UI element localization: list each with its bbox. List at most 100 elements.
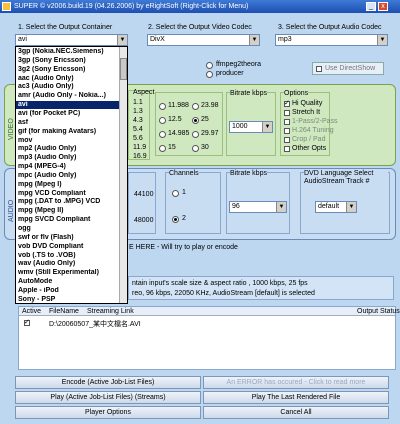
play-button[interactable]: Play (Active Job-List Files) (Streams) xyxy=(15,391,201,404)
dropdown-item[interactable]: mpc (Audio Only) xyxy=(16,172,127,180)
stop-button[interactable]: An ERROR has occured - Click to read mor… xyxy=(203,376,389,389)
column-header[interactable]: Output Status xyxy=(357,308,400,315)
fps-radio-selected[interactable] xyxy=(192,117,199,124)
fps-radio[interactable] xyxy=(159,131,166,138)
h264-checkbox[interactable] xyxy=(284,128,290,134)
column-header[interactable]: FileName xyxy=(49,308,79,315)
job-list-table[interactable]: Active FileName Streaming Link Output St… xyxy=(18,306,400,370)
dropdown-item[interactable]: vob (.TS to .VOB) xyxy=(16,252,127,260)
aspect-value[interactable]: 11.9 xyxy=(133,144,146,151)
fps-radio[interactable] xyxy=(192,131,199,138)
dropdown-item[interactable]: 3g2 (Sony Ericsson) xyxy=(16,66,127,74)
direct-show-box[interactable]: Use DirectShow xyxy=(312,62,384,75)
app-icon xyxy=(2,2,11,11)
dropdown-item[interactable]: mp4 (MPEG-4) xyxy=(16,163,127,171)
minimize-icon[interactable]: _ xyxy=(366,2,376,11)
dropdown-item[interactable]: mpg (Mpeg I) xyxy=(16,181,127,189)
option-label: Crop / Pad xyxy=(292,136,326,143)
container-header: 1. Select the Output Container xyxy=(18,24,113,31)
dropdown-item[interactable]: aac (Audio Only) xyxy=(16,75,127,83)
dropdown-item[interactable]: mpg (.DAT to .MPG) VCD xyxy=(16,198,127,206)
cancel-all-button[interactable]: Cancel All xyxy=(203,406,389,419)
ffmpeg-radio[interactable] xyxy=(206,62,213,69)
dropdown-item[interactable]: vob DVD Compliant xyxy=(16,243,127,251)
chevron-down-icon: ▼ xyxy=(117,35,127,45)
aspect-value[interactable]: 1.3 xyxy=(133,108,143,115)
dropdown-item[interactable]: mov xyxy=(16,137,127,145)
producer-radio[interactable] xyxy=(206,71,213,78)
fps-radio[interactable] xyxy=(159,117,166,124)
audio-bitrate-select[interactable]: 96 ▼ xyxy=(229,201,287,213)
option-label: H.264 Tuning xyxy=(292,127,334,134)
aspect-box: Aspect 1.1 1.3 4.3 5.4 5.6 11.9 16.9 xyxy=(128,89,154,160)
container-dropdown-list[interactable]: 3gp (Nokia.NEC.Siemens) 3gp (Sony Ericsso… xyxy=(15,46,128,304)
dropdown-item[interactable]: ogg xyxy=(16,225,127,233)
table-row[interactable]: D:\20060507_某中文檔名.AVI xyxy=(19,318,395,328)
other-opts-checkbox[interactable] xyxy=(284,146,290,152)
dropdown-item[interactable]: AutoMode xyxy=(16,278,127,286)
aspect-value[interactable]: 4.3 xyxy=(133,117,143,124)
fps-radio[interactable] xyxy=(159,103,166,110)
fps-radio[interactable] xyxy=(159,145,166,152)
dropdown-item[interactable]: 3gp (Sony Ericsson) xyxy=(16,57,127,65)
video-options-title: Options xyxy=(284,90,309,97)
video-bitrate-select[interactable]: 1000 ▼ xyxy=(229,121,273,133)
dropdown-item[interactable]: mp3 (Audio Only) xyxy=(16,154,127,162)
dropdown-item[interactable]: wmv (Still Experimental) xyxy=(16,269,127,277)
direct-show-checkbox[interactable] xyxy=(316,66,322,72)
chevron-down-icon: ▼ xyxy=(262,122,272,132)
dropdown-item[interactable]: mp2 (Audio Only) xyxy=(16,145,127,153)
ffmpeg-label: ffmpeg2theora xyxy=(216,61,262,68)
video-codec-select[interactable]: DivX ▼ xyxy=(147,34,260,46)
channel-radio[interactable] xyxy=(172,190,179,197)
play-last-button[interactable]: Play The Last Rendered File xyxy=(203,391,389,404)
dropdown-item[interactable]: avi (for Pocket PC) xyxy=(16,110,127,118)
dropdown-item[interactable]: mpg VCD Compliant xyxy=(16,190,127,198)
channel-radio-selected[interactable] xyxy=(172,216,179,223)
dropdown-item[interactable]: mpg (Mpeg II) xyxy=(16,207,127,215)
column-header[interactable]: Streaming Link xyxy=(87,308,134,315)
fps-radio[interactable] xyxy=(192,145,199,152)
dropdown-scrollbar[interactable] xyxy=(119,47,127,303)
dropdown-item[interactable]: ac3 (Audio Only) xyxy=(16,83,127,91)
aspect-title: Aspect xyxy=(133,89,155,96)
fps-label: 11.988 xyxy=(168,102,189,109)
chevron-down-icon: ▼ xyxy=(346,202,356,212)
aspect-value[interactable]: 1.1 xyxy=(133,99,143,106)
window-title: SUPER © v2006.build.19 (04.26.2006) by e… xyxy=(14,3,249,10)
dropdown-item[interactable]: wav (Audio Only) xyxy=(16,260,127,268)
dvd-language-select[interactable]: default ▼ xyxy=(315,201,357,213)
video-bitrate-title: Bitrate kbps xyxy=(230,90,267,97)
player-options-button[interactable]: Player Options xyxy=(15,406,201,419)
crop-checkbox[interactable] xyxy=(284,137,290,143)
dropdown-item[interactable]: gif (for making Avatars) xyxy=(16,128,127,136)
column-header[interactable]: Active xyxy=(22,308,41,315)
close-icon[interactable]: x xyxy=(378,2,388,11)
pass-checkbox[interactable] xyxy=(284,119,290,125)
encode-button[interactable]: Encode (Active Job-List Files) xyxy=(15,376,201,389)
dropdown-item[interactable]: 3gp (Nokia.NEC.Siemens) xyxy=(16,48,127,56)
dropdown-item[interactable]: asf xyxy=(16,119,127,127)
container-select[interactable]: avi ▼ xyxy=(15,34,128,46)
row-active-checkbox[interactable] xyxy=(24,318,30,326)
hi-quality-checkbox[interactable] xyxy=(284,99,290,107)
dropdown-item[interactable]: swf or flv (Flash) xyxy=(16,234,127,242)
scroll-thumb[interactable] xyxy=(120,58,127,80)
audio-codec-select[interactable]: mp3 ▼ xyxy=(275,34,388,46)
title-bar[interactable]: SUPER © v2006.build.19 (04.26.2006) by e… xyxy=(0,0,400,13)
dropdown-item[interactable]: avi xyxy=(16,101,127,110)
audio-bitrate-box: Bitrate kbps 96 ▼ xyxy=(226,170,290,234)
dropdown-item[interactable]: Apple - iPod xyxy=(16,287,127,295)
info-panel: ntain input's scale size & aspect ratio … xyxy=(128,276,394,300)
direct-show-label: Use DirectShow xyxy=(325,65,376,72)
dropdown-item[interactable]: mpg SVCD Compliant xyxy=(16,216,127,224)
row-filename: D:\20060507_某中文檔名.AVI xyxy=(49,321,141,328)
dropdown-item[interactable]: Sony - PSP xyxy=(16,296,127,304)
aspect-value[interactable]: 5.4 xyxy=(133,126,143,133)
stretch-checkbox[interactable] xyxy=(284,110,290,116)
dropdown-item[interactable]: amr (Audio Only - Nokia...) xyxy=(16,92,127,100)
aspect-value[interactable]: 5.6 xyxy=(133,135,143,142)
aspect-value[interactable]: 16.9 xyxy=(133,153,147,160)
fps-radio[interactable] xyxy=(192,103,199,110)
option-label: Hi Quality xyxy=(292,100,323,107)
